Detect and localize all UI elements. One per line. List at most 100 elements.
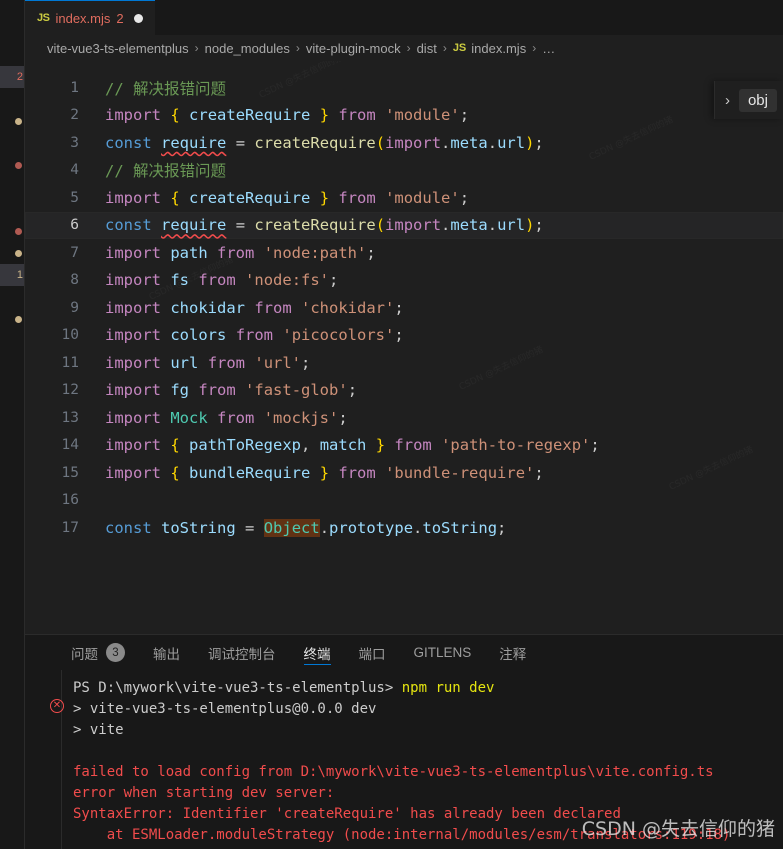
code-line-content[interactable]: const require = createRequire(import.met…: [105, 134, 783, 152]
explorer-row[interactable]: [0, 462, 25, 484]
explorer-row[interactable]: [0, 484, 25, 506]
explorer-row[interactable]: [0, 110, 25, 132]
breadcrumb-item[interactable]: dist: [417, 41, 437, 56]
code-line-content[interactable]: import path from 'node:path';: [105, 244, 783, 262]
code-line[interactable]: 4 // 解决报错问题: [25, 157, 783, 185]
code-line[interactable]: 8 import fs from 'node:fs';: [25, 267, 783, 295]
editor-column: JS index.mjs 2 vite-vue3-ts-elementplus ›…: [25, 0, 783, 849]
explorer-row[interactable]: [0, 220, 25, 242]
explorer-row[interactable]: [0, 396, 25, 418]
code-line[interactable]: 1 // 解决报错问题: [25, 74, 783, 102]
breadcrumb-symbol-obj[interactable]: obj: [738, 88, 777, 112]
panel-tab-端口[interactable]: 端口: [345, 635, 400, 670]
panel-tab-问题[interactable]: 问题 3: [57, 635, 139, 670]
code-line-content[interactable]: import { pathToRegexp, match } from 'pat…: [105, 436, 783, 454]
explorer-row[interactable]: [0, 418, 25, 440]
explorer-row[interactable]: [0, 572, 25, 594]
code-line-content[interactable]: import chokidar from 'chokidar';: [105, 299, 783, 317]
explorer-row-dot-icon: [15, 118, 22, 125]
breadcrumb-item[interactable]: vite-plugin-mock: [306, 41, 401, 56]
code-line-content[interactable]: import { createRequire } from 'module';: [105, 189, 783, 207]
line-number: 14: [61, 437, 79, 454]
code-line-content[interactable]: import fg from 'fast-glob';: [105, 381, 783, 399]
terminal-line: > vite: [73, 722, 124, 738]
panel-tab-list[interactable]: 问题 3 输出 调试控制台 终端 端口 GITLENS 注释: [25, 635, 783, 670]
code-line[interactable]: 10 import colors from 'picocolors';: [25, 322, 783, 350]
code-line[interactable]: 5 import { createRequire } from 'module';: [25, 184, 783, 212]
breadcrumb-overflow-popup[interactable]: › obj: [713, 81, 783, 119]
explorer-row[interactable]: [0, 374, 25, 396]
explorer-row[interactable]: [0, 528, 25, 550]
code-line[interactable]: 3 const require = createRequire(import.me…: [25, 129, 783, 157]
explorer-row[interactable]: [0, 198, 25, 220]
line-number: 16: [61, 492, 79, 509]
explorer-row[interactable]: [0, 506, 25, 528]
code-editor[interactable]: 1 // 解决报错问题 2 import { createRequire } from…: [25, 61, 783, 634]
code-line[interactable]: 11 import url from 'url';: [25, 349, 783, 377]
panel-tab-终端[interactable]: 终端: [290, 635, 345, 670]
breadcrumb-item[interactable]: node_modules: [205, 41, 290, 56]
tab-index-mjs[interactable]: JS index.mjs 2: [25, 0, 155, 35]
explorer-row[interactable]: [0, 440, 25, 462]
explorer-row[interactable]: [0, 352, 25, 374]
breadcrumb[interactable]: vite-vue3-ts-elementplus › node_modules › vi…: [25, 35, 783, 61]
code-line-content[interactable]: const require = createRequire(import.met…: [105, 216, 783, 234]
explorer-row[interactable]: [0, 176, 25, 198]
breadcrumb-item[interactable]: …: [542, 41, 555, 56]
code-line[interactable]: 12 import fg from 'fast-glob';: [25, 377, 783, 405]
explorer-row[interactable]: [0, 154, 25, 176]
explorer-row[interactable]: [0, 88, 25, 110]
code-line-list[interactable]: 1 // 解决报错问题 2 import { createRequire } from…: [25, 74, 783, 542]
explorer-row[interactable]: 2: [0, 66, 25, 88]
explorer-row-dot-icon: [15, 162, 22, 169]
panel-tab-调试控制台[interactable]: 调试控制台: [194, 635, 290, 670]
error-circle-icon[interactable]: ✕: [50, 699, 64, 713]
panel-tab-label: GITLENS: [413, 645, 472, 660]
code-line-content[interactable]: import { bundleRequire } from 'bundle-re…: [105, 464, 783, 482]
code-line-content[interactable]: // 解决报错问题: [105, 159, 783, 181]
explorer-row[interactable]: [0, 0, 25, 22]
code-line-content[interactable]: import { createRequire } from 'module';: [105, 106, 783, 124]
panel-tab-GITLENS[interactable]: GITLENS: [400, 635, 486, 670]
code-line[interactable]: 2 import { createRequire } from 'module';: [25, 102, 783, 130]
code-line[interactable]: 6 const require = createRequire(import.me…: [25, 211, 783, 239]
code-line-content[interactable]: import colors from 'picocolors';: [105, 326, 783, 344]
js-file-icon: JS: [452, 42, 467, 54]
code-line-content[interactable]: import fs from 'node:fs';: [105, 271, 783, 289]
code-line[interactable]: 13 import Mock from 'mockjs';: [25, 404, 783, 432]
panel-tab-label: 终端: [303, 646, 331, 662]
breadcrumb-item[interactable]: vite-vue3-ts-elementplus: [47, 41, 189, 56]
code-line[interactable]: 17 const toString = Object.prototype.toSt…: [25, 514, 783, 542]
code-line-content[interactable]: // 解决报错问题: [105, 77, 783, 99]
panel-tab-label: 输出: [153, 646, 180, 662]
explorer-row[interactable]: [0, 22, 25, 44]
explorer-row-list[interactable]: 21: [0, 0, 25, 594]
code-line[interactable]: 14 import { pathToRegexp, match } from 'p…: [25, 432, 783, 460]
unsaved-dot-icon[interactable]: [133, 13, 143, 23]
breadcrumb-item[interactable]: index.mjs: [471, 41, 526, 56]
explorer-row[interactable]: [0, 242, 25, 264]
code-line[interactable]: 16: [25, 487, 783, 515]
explorer-row[interactable]: [0, 308, 25, 330]
code-line[interactable]: 15 import { bundleRequire } from 'bundle-…: [25, 459, 783, 487]
code-line-content[interactable]: import Mock from 'mockjs';: [105, 409, 783, 427]
explorer-row[interactable]: [0, 132, 25, 154]
terminal-view[interactable]: ✕ PS D:\mywork\vite-vue3-ts-elementplus>…: [25, 670, 783, 849]
panel-tab-输出[interactable]: 输出: [139, 635, 194, 670]
explorer-row[interactable]: 1: [0, 264, 25, 286]
code-line-content[interactable]: import url from 'url';: [105, 354, 783, 372]
explorer-row[interactable]: [0, 550, 25, 572]
code-line-content[interactable]: const toString = Object.prototype.toStri…: [105, 518, 783, 537]
terminal-gutter-rule: [61, 670, 62, 849]
explorer-row[interactable]: [0, 330, 25, 352]
panel-tab-注释[interactable]: 注释: [485, 635, 540, 670]
chevron-right-icon: ›: [724, 91, 730, 109]
code-line[interactable]: 9 import chokidar from 'chokidar';: [25, 294, 783, 322]
explorer-row[interactable]: [0, 44, 25, 66]
explorer-row[interactable]: [0, 286, 25, 308]
js-file-icon: JS: [37, 12, 50, 24]
panel-tab-badge: 3: [106, 643, 125, 662]
code-line[interactable]: 7 import path from 'node:path';: [25, 239, 783, 267]
explorer-sidebar-edge[interactable]: 21: [0, 0, 25, 849]
